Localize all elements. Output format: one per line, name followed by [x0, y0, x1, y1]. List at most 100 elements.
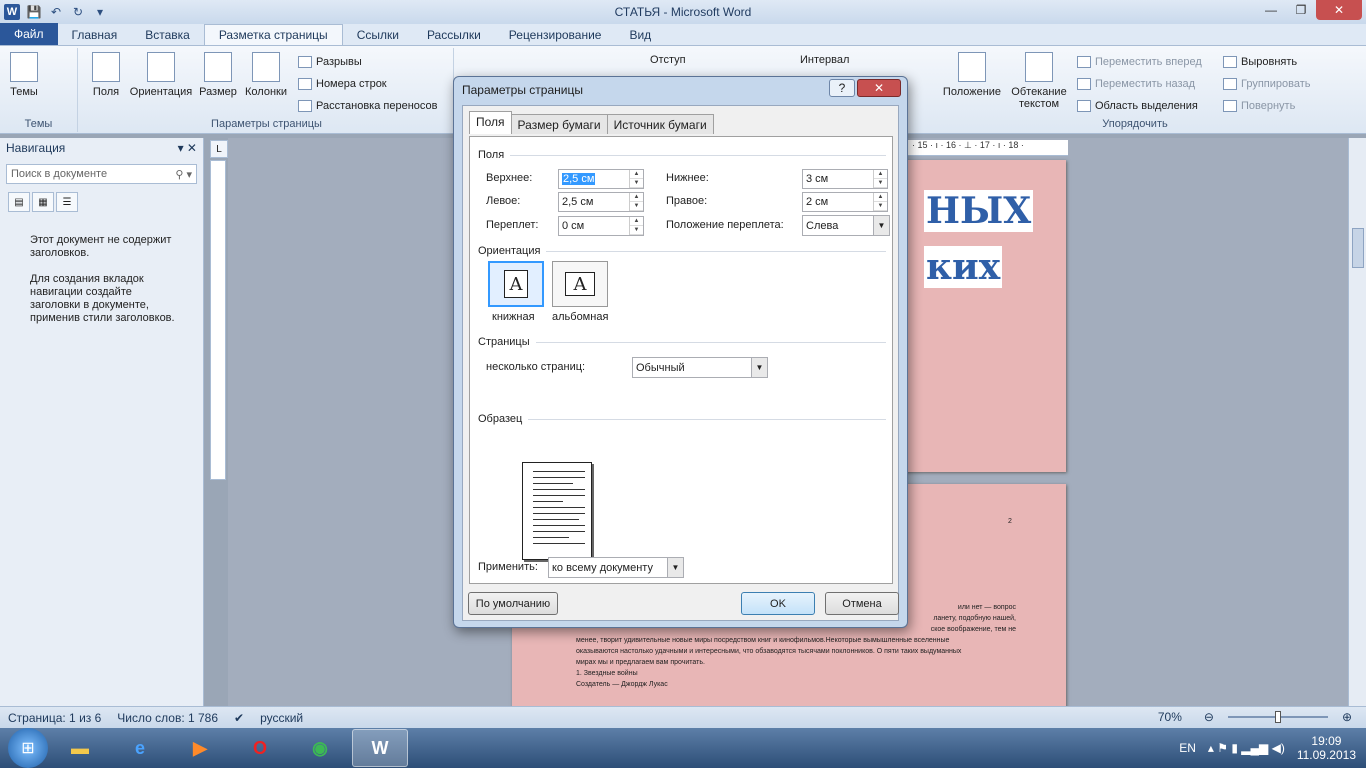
dialog-tabs: Поля Размер бумаги Источник бумаги [469, 111, 714, 134]
orientation-icon [147, 52, 175, 82]
tab-home[interactable]: Главная [58, 25, 132, 45]
tab-paper-source[interactable]: Источник бумаги [606, 114, 714, 134]
clock[interactable]: 19:09 11.09.2013 [1297, 734, 1356, 762]
opera-taskbar-icon[interactable]: O [232, 729, 288, 767]
ie-taskbar-icon[interactable]: e [112, 729, 168, 767]
undo-icon[interactable]: ↶ [48, 4, 64, 20]
maximize-button[interactable]: ❐ [1286, 0, 1316, 20]
spin-arrows-icon[interactable]: ▲ ▼ [873, 170, 887, 188]
minimize-button[interactable]: — [1256, 0, 1286, 20]
breaks-button[interactable]: Разрывы [298, 56, 362, 68]
vertical-scrollbar[interactable] [1348, 138, 1366, 706]
interval-label: Интервал [800, 54, 850, 66]
customize-qat-icon[interactable]: ▾ [92, 4, 108, 20]
themes-button[interactable]: Темы [4, 52, 44, 98]
tab-selector-icon[interactable]: L [210, 140, 228, 158]
help-button[interactable]: ? [829, 79, 855, 97]
start-button[interactable]: ⊞ [8, 728, 48, 768]
right-margin-field[interactable]: 2 см ▲ ▼ [802, 192, 888, 212]
dropdown-arrow-icon[interactable]: ▼ [667, 558, 683, 577]
nav-close-icon[interactable]: ▾ ✕ [178, 141, 197, 155]
columns-button[interactable]: Колонки [242, 52, 290, 98]
page-count[interactable]: Страница: 1 из 6 [0, 711, 109, 725]
word-count[interactable]: Число слов: 1 786 [109, 711, 226, 725]
portrait-page-icon: A [504, 270, 528, 298]
apply-to-select[interactable]: ко всему документу ▼ [548, 557, 684, 578]
bottom-margin-field[interactable]: 3 см ▲ ▼ [802, 169, 888, 189]
line-numbers-button[interactable]: Номера строк [298, 78, 387, 90]
zoom-in-icon[interactable]: ⊕ [1334, 710, 1360, 724]
proofing-icon[interactable]: ✔ [226, 711, 252, 725]
spin-arrows-icon[interactable]: ▲ ▼ [629, 193, 643, 211]
zoom-out-icon[interactable]: ⊖ [1196, 710, 1222, 724]
tab-references[interactable]: Ссылки [343, 25, 413, 45]
wrap-text-button[interactable]: Обтекание текстом [1007, 52, 1071, 110]
tab-page-layout[interactable]: Разметка страницы [203, 24, 343, 45]
send-backward-button[interactable]: Переместить назад [1077, 78, 1195, 90]
tab-review[interactable]: Рецензирование [495, 25, 616, 45]
top-margin-field[interactable]: 2,5 см ▲ ▼ [558, 169, 644, 189]
spin-arrows-icon[interactable]: ▲ ▼ [873, 193, 887, 211]
orientation-button[interactable]: Ориентация [126, 52, 196, 98]
redo-icon[interactable]: ↻ [70, 4, 86, 20]
left-margin-field[interactable]: 2,5 см ▲ ▼ [558, 192, 644, 212]
margins-button[interactable]: Поля [86, 52, 126, 98]
media-player-taskbar-icon[interactable]: ▶ [172, 729, 228, 767]
language[interactable]: русский [252, 711, 311, 725]
dropdown-arrow-icon[interactable]: ▼ [873, 216, 889, 235]
chrome-taskbar-icon[interactable]: ◉ [292, 729, 348, 767]
spin-arrows-icon[interactable]: ▲ ▼ [629, 170, 643, 188]
tab-file[interactable]: Файл [0, 23, 58, 45]
vertical-ruler [210, 160, 226, 480]
ok-button[interactable]: OK [741, 592, 815, 615]
selection-pane-button[interactable]: Область выделения [1077, 100, 1198, 112]
position-icon [958, 52, 986, 82]
word-art-2: ких [924, 246, 1003, 288]
dialog-close-button[interactable]: ✕ [857, 79, 901, 97]
tab-insert[interactable]: Вставка [131, 25, 204, 45]
scrollbar-thumb[interactable] [1352, 228, 1364, 268]
tab-paper-size[interactable]: Размер бумаги [510, 114, 608, 134]
dropdown-arrow-icon[interactable]: ▼ [751, 358, 767, 377]
margins-panel: Поля Верхнее: 2,5 см ▲ ▼ Нижнее: 3 см ▲ ▼ … [469, 136, 893, 584]
group-button[interactable]: Группировать [1223, 78, 1311, 90]
portrait-label: книжная [492, 311, 535, 323]
search-icon[interactable]: ⚲ ▾ [175, 168, 192, 181]
results-view-icon[interactable]: ☰ [56, 192, 78, 212]
zoom-level[interactable]: 70% [1150, 710, 1190, 724]
hyphenation-button[interactable]: Расстановка переносов [298, 100, 437, 112]
rotate-button[interactable]: Повернуть [1223, 100, 1295, 112]
portrait-option[interactable]: A [488, 261, 544, 307]
size-button[interactable]: Размер [198, 52, 238, 98]
cancel-button[interactable]: Отмена [825, 592, 899, 615]
gutter-field[interactable]: 0 см ▲ ▼ [558, 216, 644, 236]
pages-view-icon[interactable]: ▦ [32, 192, 54, 212]
arrange-group: Положение Обтекание текстом Переместить … [935, 48, 1335, 132]
landscape-page-icon: A [565, 272, 595, 296]
zoom-slider[interactable] [1227, 711, 1328, 723]
zoom-knob[interactable] [1274, 711, 1281, 723]
spin-arrows-icon[interactable]: ▲ ▼ [629, 217, 643, 235]
language-indicator[interactable]: EN [1179, 741, 1196, 755]
bring-forward-button[interactable]: Переместить вперед [1077, 56, 1202, 68]
close-button[interactable]: ✕ [1316, 0, 1362, 20]
multiple-pages-select[interactable]: Обычный ▼ [632, 357, 768, 378]
navigation-message: Этот документ не содержит заголовков. Дл… [30, 234, 175, 324]
indent-label: Отступ [650, 54, 686, 66]
explorer-taskbar-icon[interactable]: ▬ [52, 729, 108, 767]
word-logo-icon[interactable]: W [4, 4, 20, 20]
margins-icon [92, 52, 120, 82]
word-taskbar-icon[interactable]: W [352, 729, 408, 767]
gutter-position-select[interactable]: Слева ▼ [802, 215, 890, 236]
save-icon[interactable]: 💾 [26, 4, 42, 20]
tab-mailings[interactable]: Рассылки [413, 25, 495, 45]
nav-search-input[interactable]: Поиск в документе ⚲ ▾ [6, 164, 197, 184]
tray-icons[interactable]: ▴ ⚑ ▮ ▂▄▆ ◀) [1208, 741, 1285, 755]
tab-view[interactable]: Вид [615, 25, 665, 45]
landscape-option[interactable]: A [552, 261, 608, 307]
align-button[interactable]: Выровнять [1223, 56, 1297, 68]
position-button[interactable]: Положение [941, 52, 1003, 98]
headings-view-icon[interactable]: ▤ [8, 192, 30, 212]
tab-margins[interactable]: Поля [469, 111, 512, 134]
default-button[interactable]: По умолчанию [468, 592, 558, 615]
